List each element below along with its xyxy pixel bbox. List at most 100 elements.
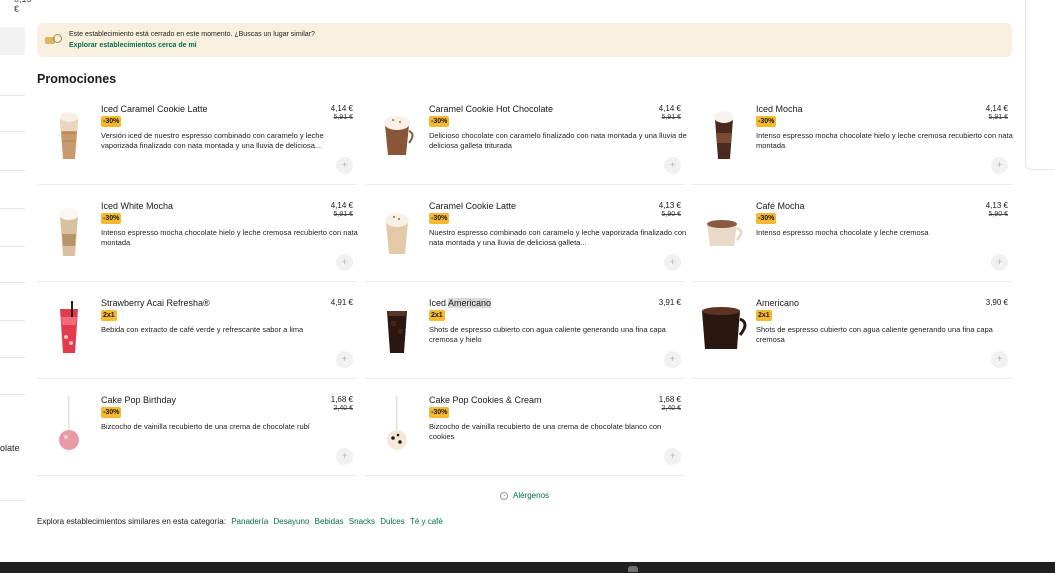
product-name: Cake Pop Cookies & Cream: [429, 395, 542, 405]
category-link[interactable]: Snacks: [349, 517, 375, 526]
explore-categories: Explora establecimientos similares en es…: [37, 517, 443, 526]
sidebar-selected-item[interactable]: [0, 27, 25, 55]
product-name: Café Mocha: [756, 201, 805, 211]
sidebar-cut-top-text: 0,15 €: [14, 0, 32, 14]
product-description: Intenso espresso mocha chocolate hielo y…: [756, 131, 1013, 150]
product-description: Shots de espresso cubierto con agua cali…: [756, 325, 993, 344]
product-description: Shots de espresso cubierto con agua cali…: [429, 325, 666, 344]
notice-message: Este establecimiento está cerrado en est…: [69, 31, 315, 38]
explore-nearby-link[interactable]: Explorar establecimientos cerca de mí: [69, 40, 315, 51]
promo-badge: -30%: [429, 213, 450, 224]
product-price: 4,13 €: [658, 201, 681, 210]
product-card[interactable]: Strawberry Acai Refresha® 2x1 Bebida con e…: [37, 291, 357, 379]
category-link[interactable]: Dulces: [380, 517, 404, 526]
product-old-price: 5,90 €: [988, 211, 1008, 218]
product-card[interactable]: Caramel Cookie Hot Chocolate -30% Delicios…: [365, 97, 687, 185]
sidebar-divider: [0, 95, 25, 96]
product-card[interactable]: Iced White Mocha -30% Intenso espresso moc…: [37, 194, 358, 282]
product-price: 4,14 €: [330, 104, 353, 113]
product-old-price: 5,91 €: [333, 211, 353, 218]
sidebar: 0,15 € olate: [0, 0, 32, 560]
product-old-price: 2,40 €: [333, 405, 353, 412]
add-to-cart-button[interactable]: +: [664, 351, 681, 368]
product-price: 4,14 €: [330, 201, 353, 210]
product-name: Iced White Mocha: [101, 201, 174, 211]
add-to-cart-button[interactable]: +: [664, 157, 681, 174]
product-name: Caramel Cookie Latte: [429, 201, 517, 211]
product-name: Iced Americano: [429, 298, 492, 308]
product-price: 4,13 €: [985, 201, 1008, 210]
product-old-price: 5,91 €: [661, 114, 681, 121]
add-to-cart-button[interactable]: +: [991, 254, 1008, 271]
product-price: 3,91 €: [658, 298, 681, 307]
product-name: Iced Mocha: [756, 104, 803, 114]
closed-notice: Este establecimiento está cerrado en est…: [37, 23, 1012, 57]
sidebar-divider: [0, 208, 25, 209]
mocha-cup-image: [698, 200, 750, 260]
product-old-price: 5,91 €: [988, 114, 1008, 121]
sidebar-divider: [0, 246, 25, 247]
cakepop-cookie-image: [371, 394, 423, 454]
add-to-cart-button[interactable]: +: [991, 351, 1008, 368]
sidebar-divider: [0, 357, 25, 358]
product-price: 4,91 €: [330, 298, 353, 307]
sidebar-divider: [0, 394, 25, 395]
product-card[interactable]: Cake Pop Cookies & Cream -30% Bizcocho de …: [365, 388, 685, 476]
add-to-cart-button[interactable]: +: [664, 448, 681, 465]
promo-badge: 2x1: [101, 310, 117, 321]
product-card[interactable]: Caramel Cookie Latte -30% Nuestro espresso…: [365, 194, 687, 282]
cart-panel: [1025, 0, 1055, 170]
product-card[interactable]: Café Mocha -30% Intenso espresso mocha cho…: [692, 194, 1012, 282]
product-old-price: 5,90 €: [661, 211, 681, 218]
product-description: Versión iced de nuestro espresso combina…: [101, 131, 324, 150]
product-description: Bizcocho de vainilla recubierto de una c…: [429, 422, 662, 441]
product-price: 1,68 €: [330, 395, 353, 404]
category-link[interactable]: Bebidas: [315, 517, 344, 526]
sidebar-divider: [0, 320, 25, 321]
product-card[interactable]: Iced Americano 2x1 Shots de espresso cubie…: [365, 291, 685, 379]
add-to-cart-button[interactable]: +: [336, 254, 353, 271]
product-description: Intenso espresso mocha chocolate hielo y…: [101, 228, 358, 247]
product-card[interactable]: Iced Caramel Cookie Latte -30% Versión ice…: [37, 97, 357, 185]
latte-cream-image: [371, 200, 423, 260]
hot-choc-cream-image: [371, 103, 423, 163]
cakepop-pink-image: [43, 394, 95, 454]
product-name: Cake Pop Birthday: [101, 395, 177, 405]
product-name-highlight: Americano: [448, 298, 492, 308]
iced-latte-image: [43, 103, 95, 163]
promo-badge: 2x1: [429, 310, 445, 321]
category-link[interactable]: Té y café: [410, 517, 443, 526]
americano-mug-image: [698, 297, 750, 357]
promo-badge: -30%: [101, 213, 122, 224]
product-name: Caramel Cookie Hot Chocolate: [429, 104, 554, 114]
add-to-cart-button[interactable]: +: [336, 351, 353, 368]
product-price: 3,90 €: [985, 298, 1008, 307]
product-description: Nuestro espresso combinado con caramelo …: [429, 228, 687, 247]
product-card[interactable]: Iced Mocha -30% Intenso espresso mocha cho…: [692, 97, 1013, 185]
product-card[interactable]: Americano 2x1 Shots de espresso cubierto c…: [692, 291, 1012, 379]
product-price: 4,14 €: [985, 104, 1008, 113]
promo-badge: -30%: [429, 407, 450, 418]
iced-americano-image: [371, 297, 423, 357]
promo-badge: -30%: [101, 407, 122, 418]
add-to-cart-button[interactable]: +: [336, 448, 353, 465]
sidebar-divider: [0, 131, 25, 132]
category-link[interactable]: Panadería: [231, 517, 268, 526]
add-to-cart-button[interactable]: +: [991, 157, 1008, 174]
category-link[interactable]: Desayuno: [273, 517, 309, 526]
product-name: Americano: [756, 298, 800, 308]
product-name: Iced Caramel Cookie Latte: [101, 104, 208, 114]
allergens-link[interactable]: Alérgenos: [500, 491, 549, 500]
refresha-image: [43, 297, 95, 357]
promo-badge: -30%: [756, 116, 777, 127]
add-to-cart-button[interactable]: +: [336, 157, 353, 174]
product-card[interactable]: Cake Pop Birthday -30% Bizcocho de vainill…: [37, 388, 357, 476]
add-to-cart-button[interactable]: +: [664, 254, 681, 271]
product-old-price: 5,91 €: [333, 114, 353, 121]
taskbar-app-icon[interactable]: [628, 566, 638, 572]
promo-badge: -30%: [101, 116, 122, 127]
product-price: 4,14 €: [658, 104, 681, 113]
allergens-label: Alérgenos: [513, 491, 550, 500]
explore-prefix: Explora establecimientos similares en es…: [37, 517, 226, 526]
sidebar-item-label[interactable]: olate: [0, 443, 20, 453]
